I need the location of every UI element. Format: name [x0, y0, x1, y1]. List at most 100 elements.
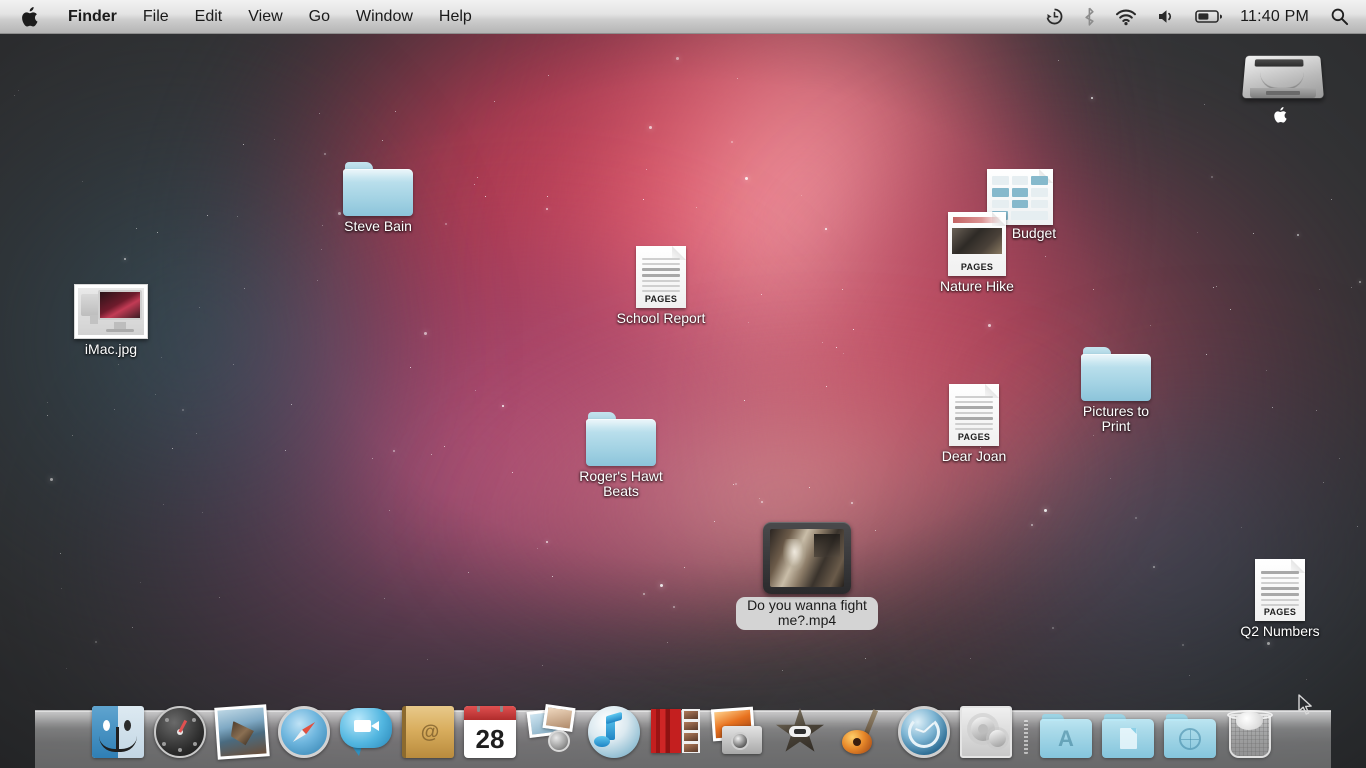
finder-icon — [92, 706, 144, 758]
dock-item-safari[interactable] — [273, 702, 335, 762]
dock-item-ichat[interactable] — [335, 702, 397, 762]
address-book-icon — [402, 706, 454, 758]
ichat-icon — [340, 706, 392, 758]
dock-item-photo-booth[interactable] — [645, 702, 707, 762]
dock-item-time-machine[interactable] — [893, 702, 955, 762]
dock-item-address-book[interactable] — [397, 702, 459, 762]
desktop-icon-label: Roger's Hawt Beats — [563, 469, 679, 499]
desktop-icon-school-report[interactable]: PAGES School Report — [602, 244, 720, 326]
folder-icon — [584, 402, 658, 466]
dock-item-iphoto[interactable] — [521, 702, 583, 762]
folder-icon — [1079, 337, 1153, 401]
desktop-icon-q2-numbers[interactable]: PAGES Q2 Numbers — [1221, 557, 1339, 639]
desktop-icon-label: Dear Joan — [942, 449, 1007, 464]
volume-icon[interactable] — [1148, 0, 1184, 33]
desktop-icon-label: School Report — [617, 311, 706, 326]
folder-icon — [341, 152, 415, 216]
dock-item-trash[interactable] — [1221, 702, 1279, 762]
pages-document-photo-icon: PAGES — [940, 212, 1014, 276]
desktop-icon-steve-bain[interactable]: Steve Bain — [319, 152, 437, 234]
desktop-icon-macintosh-hd[interactable] — [1222, 40, 1340, 126]
imovie-star-icon — [774, 706, 826, 758]
time-machine-glyph — [1045, 7, 1064, 26]
folder-downloads-icon — [1164, 714, 1216, 758]
dock-item-finder[interactable] — [87, 702, 149, 762]
menu-item-file[interactable]: File — [130, 0, 182, 33]
video-thumbnail-icon — [761, 518, 853, 594]
wifi-icon[interactable] — [1106, 0, 1146, 33]
pages-document-icon: PAGES — [1243, 557, 1317, 621]
menu-item-go[interactable]: Go — [296, 0, 343, 33]
mail-icon — [214, 704, 270, 760]
menu-bar-left: Finder File Edit View Go Window Help — [0, 0, 485, 33]
desktop-icon-label: Steve Bain — [344, 219, 412, 234]
menu-item-window[interactable]: Window — [343, 0, 426, 33]
dashboard-icon — [154, 706, 206, 758]
menu-item-finder[interactable]: Finder — [55, 0, 130, 33]
dock: 28 — [35, 692, 1331, 768]
time-machine-icon[interactable] — [1036, 0, 1073, 33]
dock-item-preview[interactable] — [707, 702, 769, 762]
gears-icon — [960, 706, 1012, 758]
document-page-mark — [1120, 728, 1137, 749]
desktop-icon-label: iMac.jpg — [85, 342, 137, 357]
cursor-arrow-icon — [1298, 694, 1314, 717]
bluetooth-icon[interactable] — [1075, 0, 1104, 33]
menu-bar-clock[interactable]: 11:40 PM — [1234, 8, 1319, 26]
desktop-icon-label — [1274, 107, 1288, 126]
dock-item-garageband[interactable] — [831, 702, 893, 762]
applications-mark: A — [1058, 728, 1074, 750]
apple-logo-icon — [1274, 107, 1288, 123]
pages-document-icon: PAGES — [937, 382, 1011, 446]
itunes-icon — [588, 706, 640, 758]
desktop-icon-imac-jpg[interactable]: iMac.jpg — [52, 275, 170, 357]
dock-item-mail[interactable] — [211, 702, 273, 762]
guitar-icon — [836, 706, 888, 758]
desktop-icon-label: Nature Hike — [940, 279, 1014, 294]
apple-logo-icon — [22, 7, 39, 27]
time-machine-icon — [898, 706, 950, 758]
wifi-glyph — [1115, 8, 1137, 26]
pages-document-icon: PAGES — [624, 244, 698, 308]
dock-item-system-preferences[interactable] — [955, 702, 1017, 762]
menu-item-view[interactable]: View — [235, 0, 295, 33]
photo-booth-icon — [650, 706, 702, 758]
desktop-icon-pictures-to-print[interactable]: Pictures to Print — [1057, 337, 1175, 434]
menu-item-edit[interactable]: Edit — [182, 0, 236, 33]
spotlight-search-icon[interactable] — [1321, 0, 1358, 33]
dock-item-documents-folder[interactable] — [1097, 702, 1159, 762]
menu-bar-status-area: 11:40 PM — [1036, 0, 1366, 33]
menu-bar: Finder File Edit View Go Window Help — [0, 0, 1366, 34]
image-thumbnail-icon — [74, 275, 148, 339]
ical-day-number: 28 — [464, 720, 516, 758]
iphoto-icon — [526, 706, 578, 758]
dock-item-itunes[interactable] — [583, 702, 645, 762]
volume-glyph — [1157, 8, 1175, 25]
dock-separator — [1017, 706, 1035, 762]
menu-item-help[interactable]: Help — [426, 0, 485, 33]
desktop-icon-label: Q2 Numbers — [1240, 624, 1319, 639]
desktop-icon-label: Pictures to Print — [1070, 404, 1162, 434]
trash-icon — [1227, 708, 1273, 758]
globe-mark — [1179, 728, 1201, 750]
folder-applications-icon: A — [1040, 714, 1092, 758]
dock-item-downloads-folder[interactable] — [1159, 702, 1221, 762]
dock-item-applications-folder[interactable]: A — [1035, 702, 1097, 762]
camera-photo-icon — [712, 706, 764, 758]
search-glyph — [1330, 7, 1349, 26]
dock-item-ical[interactable]: 28 — [459, 702, 521, 762]
bluetooth-glyph — [1084, 7, 1095, 26]
dock-item-imovie[interactable] — [769, 702, 831, 762]
desktop-icon-do-you-wanna-fight-me-mp4[interactable]: Do you wanna fight me?.mp4 — [733, 518, 881, 630]
desktop-icon-label-selected: Do you wanna fight me?.mp4 — [736, 597, 878, 630]
battery-icon[interactable] — [1186, 0, 1232, 33]
desktop-icon-nature-hike[interactable]: PAGES Nature Hike — [918, 212, 1036, 294]
safari-icon — [278, 706, 330, 758]
battery-glyph — [1195, 9, 1223, 24]
apple-menu[interactable] — [0, 0, 55, 33]
desktop-icon-dear-joan[interactable]: PAGES Dear Joan — [915, 382, 1033, 464]
dock-item-dashboard[interactable] — [149, 702, 211, 762]
desktop-icon-rogers-hawt-beats[interactable]: Roger's Hawt Beats — [562, 402, 680, 499]
folder-documents-icon — [1102, 714, 1154, 758]
mouse-cursor — [1298, 694, 1314, 722]
